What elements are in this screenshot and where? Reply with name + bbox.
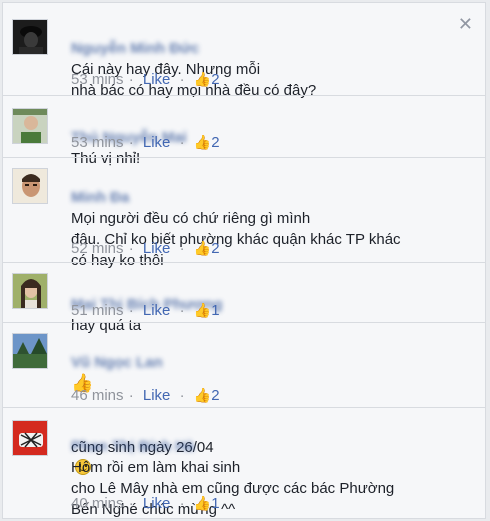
comment-time[interactable]: 53 mins (71, 71, 124, 88)
like-button[interactable]: Like (143, 240, 171, 257)
like-button[interactable]: Like (143, 495, 171, 512)
like-count[interactable]: 2 (211, 71, 219, 88)
comments-panel: ✕ Nguyễn Minh Đức Cái này hay đây. Nhưng… (2, 2, 486, 519)
comment-item: Minh Đa Mọi người đều có chứ riêng gì mì… (3, 158, 485, 269)
comment-meta: 53 mins · Like · 👍2 (71, 134, 220, 151)
comment-meta: 46 mins · Like · 👍2 (71, 387, 220, 404)
comment-item: Thủ Nguyễn Mai Thú vị nhỉ! 53 mins · Lik… (3, 96, 485, 167)
comment-author[interactable]: Minh Đa (71, 189, 129, 206)
comment-item: Nguyễn Minh Đức Cái này hay đây. Nhưng m… (3, 3, 485, 99)
like-button[interactable]: Like (143, 302, 171, 319)
avatar[interactable] (12, 333, 48, 369)
avatar[interactable] (12, 273, 48, 309)
like-button[interactable]: Like (143, 71, 171, 88)
avatar[interactable] (12, 168, 48, 204)
thumbs-up-icon: 👍 (193, 302, 212, 318)
avatar[interactable] (12, 420, 48, 456)
comment-author[interactable]: Phan Thị Bích Hà (71, 438, 194, 455)
comment-author[interactable]: Vũ Ngọc Lan (71, 354, 163, 371)
avatar[interactable] (12, 19, 48, 55)
like-count[interactable]: 2 (211, 240, 219, 257)
like-button[interactable]: Like (143, 134, 171, 151)
comment-meta: 52 mins · Like · 👍2 (71, 240, 220, 257)
comment-meta: 51 mins · Like · 👍1 (71, 302, 220, 319)
like-count[interactable]: 2 (211, 134, 219, 151)
thumbs-up-icon: 👍 (193, 71, 212, 87)
comment-time[interactable]: 46 mins (71, 387, 124, 404)
thumbs-up-icon: 👍 (193, 387, 212, 403)
thumbs-up-icon: 👍 (193, 495, 212, 511)
comment-author[interactable]: Nguyễn Minh Đức (71, 40, 199, 57)
thumbs-up-icon: 👍 (193, 240, 212, 256)
comment-item: Phan Thị Bích Hà Hôm rồi em làm khai sin… (3, 408, 485, 518)
comment-time[interactable]: 52 mins (71, 240, 124, 257)
avatar[interactable] (12, 108, 48, 144)
comment-time[interactable]: 40 mins (71, 495, 124, 512)
comment-meta: 40 mins · Like · 👍1 (71, 495, 220, 512)
like-count[interactable]: 2 (211, 387, 219, 404)
like-count[interactable]: 1 (211, 302, 219, 319)
like-count[interactable]: 1 (211, 495, 219, 512)
comment-time[interactable]: 53 mins (71, 134, 124, 151)
comment-item: Mai Thị Bích Phương hay quá ta 51 mins ·… (3, 263, 485, 334)
thumbs-up-icon: 👍 (193, 134, 212, 150)
comment-item: Vũ Ngọc Lan 👍 cũng sinh ngày 26/04 46 mi… (3, 323, 485, 475)
comment-meta: 53 mins · Like · 👍2 (71, 71, 220, 88)
like-button[interactable]: Like (143, 387, 171, 404)
comment-time[interactable]: 51 mins (71, 302, 124, 319)
